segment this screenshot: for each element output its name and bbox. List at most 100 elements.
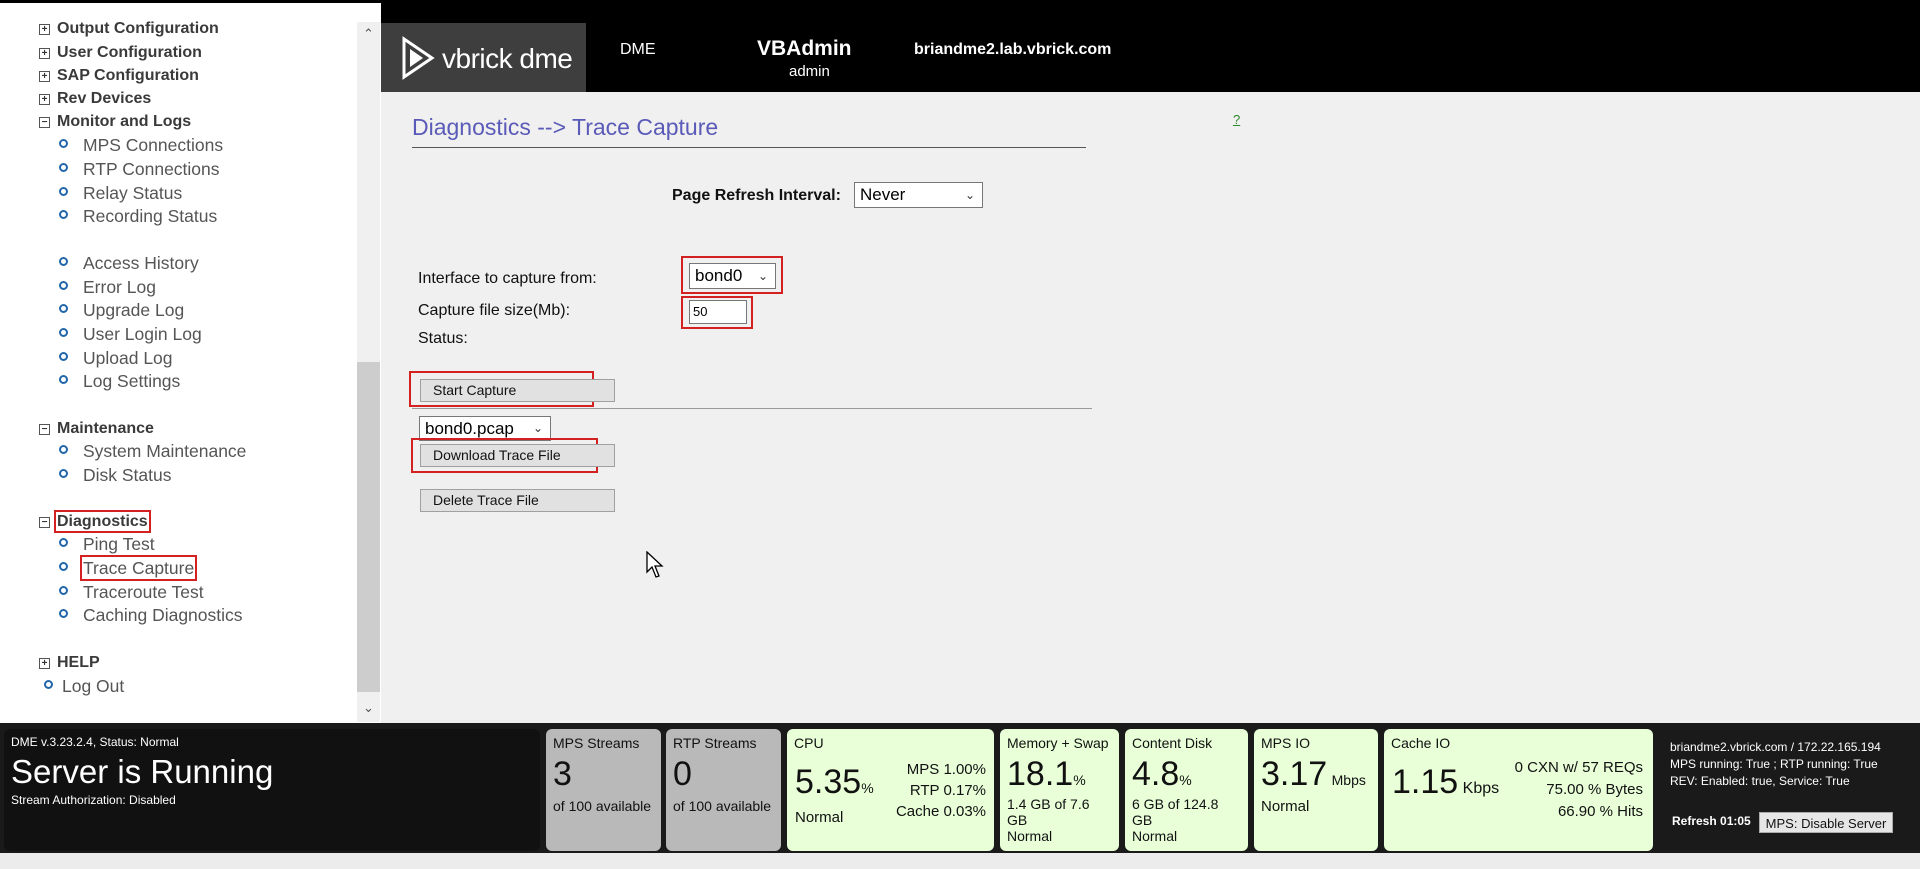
chevron-down-icon: ⌄ xyxy=(757,269,768,283)
sidebar-item-relay-status[interactable]: Relay Status xyxy=(59,183,182,204)
bottom-strip xyxy=(0,853,1920,869)
vbrick-logo-icon xyxy=(402,36,435,80)
chevron-down-icon: ⌄ xyxy=(532,421,543,435)
bullet-icon xyxy=(59,352,68,361)
sidebar-item-label: HELP xyxy=(57,654,100,671)
vbrick-logo[interactable]: vbrick dme xyxy=(381,23,586,92)
sidebar-item-mps-connections[interactable]: MPS Connections xyxy=(59,135,223,156)
title-divider xyxy=(412,147,1086,148)
delete-trace-button[interactable]: Delete Trace File xyxy=(420,489,615,512)
sidebar-item-rtp-connections[interactable]: RTP Connections xyxy=(59,159,220,180)
bullet-icon xyxy=(59,210,68,219)
sidebar-item-trace-capture[interactable]: Trace Capture xyxy=(59,555,198,581)
interface-select[interactable]: bond0 ⌄ xyxy=(689,263,776,289)
sidebar-item-label: Maintenance xyxy=(57,420,154,437)
expand-icon[interactable]: + xyxy=(39,658,50,669)
expand-icon[interactable]: + xyxy=(39,71,50,82)
sidebar-item-traceroute-test[interactable]: Traceroute Test xyxy=(59,582,204,603)
bullet-icon xyxy=(59,187,68,196)
capture-size-label: Capture file size(Mb): xyxy=(418,302,571,319)
server-info: briandme2.vbrick.com / 172.22.165.194 MP… xyxy=(1670,740,1881,788)
sidebar-item-rev-devices[interactable]: + Rev Devices xyxy=(39,90,151,108)
bullet-icon xyxy=(59,304,68,313)
sidebar-item-system-maintenance[interactable]: System Maintenance xyxy=(59,441,246,462)
sidebar-item-user-config[interactable]: + User Configuration xyxy=(39,44,202,62)
bullet-icon xyxy=(59,257,68,266)
sidebar-item-label: User Configuration xyxy=(57,44,202,61)
mps-io-tile: MPS IO 3.17 Mbps Normal xyxy=(1254,729,1378,851)
sidebar-item-disk-status[interactable]: Disk Status xyxy=(59,465,172,486)
collapse-icon[interactable]: − xyxy=(39,424,50,435)
sidebar-item-error-log[interactable]: Error Log xyxy=(59,277,156,298)
bullet-icon xyxy=(59,163,68,172)
sidebar-nav: + Output Configuration + User Configuratio… xyxy=(0,3,357,723)
sidebar-item-diagnostics[interactable]: − Diagnostics xyxy=(39,510,151,533)
sidebar-item-upgrade-log[interactable]: Upgrade Log xyxy=(59,300,184,321)
main-content: Diagnostics --> Trace Capture ? Page Ref… xyxy=(381,92,1920,723)
sidebar-item-label: Output Configuration xyxy=(57,20,219,37)
version-text: DME v.3.23.2.4, Status: Normal xyxy=(11,735,179,749)
scrollbar-thumb[interactable] xyxy=(357,362,380,692)
mouse-cursor-icon xyxy=(646,551,664,578)
page-title: Diagnostics --> Trace Capture xyxy=(412,114,719,140)
expand-icon[interactable]: + xyxy=(39,94,50,105)
stream-auth-text: Stream Authorization: Disabled xyxy=(11,793,176,807)
sidebar-item-logout[interactable]: Log Out xyxy=(44,676,124,697)
sidebar-item-label: Rev Devices xyxy=(57,90,152,107)
memory-tile: Memory + Swap 18.1% 1.4 GB of 7.6 GB Nor… xyxy=(1000,729,1119,851)
help-link[interactable]: ? xyxy=(1233,112,1240,127)
bullet-icon xyxy=(59,586,68,595)
sidebar-item-user-login-log[interactable]: User Login Log xyxy=(59,324,202,345)
top-header: vbrick dme DME VBAdmin admin briandme2.l… xyxy=(381,3,1920,92)
scroll-down-icon[interactable]: ⌄ xyxy=(357,700,380,716)
bullet-icon xyxy=(59,281,68,290)
header-dme-label: DME xyxy=(620,41,656,58)
bullet-icon xyxy=(59,139,68,148)
sidebar-item-recording-status[interactable]: Recording Status xyxy=(59,206,217,227)
sidebar-item-upload-log[interactable]: Upload Log xyxy=(59,348,173,369)
scroll-up-icon[interactable]: ⌃ xyxy=(357,26,380,42)
refresh-interval-select[interactable]: Never ⌄ xyxy=(854,182,983,208)
mps-streams-tile: MPS Streams 3 of 100 available xyxy=(546,729,661,851)
bullet-icon xyxy=(59,375,68,384)
header-hostname: briandme2.lab.vbrick.com xyxy=(914,41,1112,58)
sidebar-item-sap-config[interactable]: + SAP Configuration xyxy=(39,67,199,85)
section-divider xyxy=(412,408,1092,409)
refresh-interval-label: Page Refresh Interval: xyxy=(672,187,841,204)
sidebar-item-maintenance[interactable]: − Maintenance xyxy=(39,420,154,438)
sidebar-item-monitor-logs[interactable]: − Monitor and Logs xyxy=(39,113,191,131)
sidebar-item-access-history[interactable]: Access History xyxy=(59,253,199,274)
bullet-icon xyxy=(59,469,68,478)
header-role: admin xyxy=(789,63,830,80)
expand-icon[interactable]: + xyxy=(39,24,50,35)
sidebar-item-label: SAP Configuration xyxy=(57,67,199,84)
bullet-icon xyxy=(44,680,53,689)
download-trace-button[interactable]: Download Trace File xyxy=(420,444,615,467)
collapse-icon[interactable]: − xyxy=(39,117,50,128)
server-running-text: Server is Running xyxy=(11,753,274,790)
capture-size-input[interactable]: 50 xyxy=(689,300,747,324)
chevron-down-icon: ⌄ xyxy=(964,188,975,202)
server-status-tile: DME v.3.23.2.4, Status: Normal Server is… xyxy=(4,729,540,851)
sidebar-item-output-config[interactable]: + Output Configuration xyxy=(39,20,219,38)
disable-server-button[interactable]: MPS: Disable Server xyxy=(1759,812,1893,833)
bullet-icon xyxy=(59,562,68,571)
header-username: VBAdmin xyxy=(757,37,852,60)
cache-io-tile: Cache IO 1.15 Kbps 0 CXN w/ 57 REQs 75.0… xyxy=(1384,729,1653,851)
sidebar-scrollbar[interactable]: ⌃ ⌄ xyxy=(357,22,380,722)
sidebar-item-log-settings[interactable]: Log Settings xyxy=(59,371,180,392)
sidebar-item-caching-diagnostics[interactable]: Caching Diagnostics xyxy=(59,605,243,626)
bullet-icon xyxy=(59,609,68,618)
collapse-icon[interactable]: − xyxy=(39,517,50,528)
sidebar-item-label: Monitor and Logs xyxy=(57,113,192,130)
interface-label: Interface to capture from: xyxy=(418,270,597,287)
bullet-icon xyxy=(59,328,68,337)
bullet-icon xyxy=(59,445,68,454)
content-disk-tile: Content Disk 4.8% 6 GB of 124.8 GB Norma… xyxy=(1125,729,1248,851)
refresh-timer: Refresh 01:05 xyxy=(1672,814,1751,828)
expand-icon[interactable]: + xyxy=(39,48,50,59)
sidebar-item-ping-test[interactable]: Ping Test xyxy=(59,534,155,555)
start-capture-button[interactable]: Start Capture xyxy=(420,379,615,402)
cpu-tile: CPU 5.35% Normal MPS 1.00% RTP 0.17% Cac… xyxy=(787,729,994,851)
sidebar-item-help[interactable]: + HELP xyxy=(39,654,100,672)
